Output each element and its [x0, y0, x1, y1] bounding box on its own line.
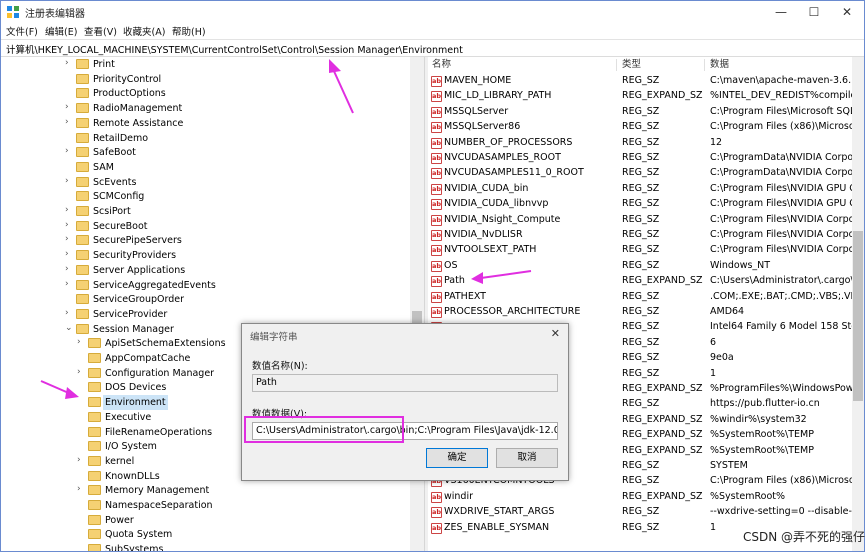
- annotation-arrow-icon: [329, 59, 354, 114]
- annotation-arrows: [40, 59, 532, 399]
- registry-editor-window: 注册表编辑器 — ☐ ✕ 文件(F) 编辑(E) 查看(V) 收藏夹(A) 帮助…: [0, 0, 865, 552]
- watermark: CSDN @弄不死的强仔: [743, 530, 865, 544]
- annotation-arrow-icon: [40, 380, 79, 399]
- annotation-arrow-icon: [471, 270, 532, 284]
